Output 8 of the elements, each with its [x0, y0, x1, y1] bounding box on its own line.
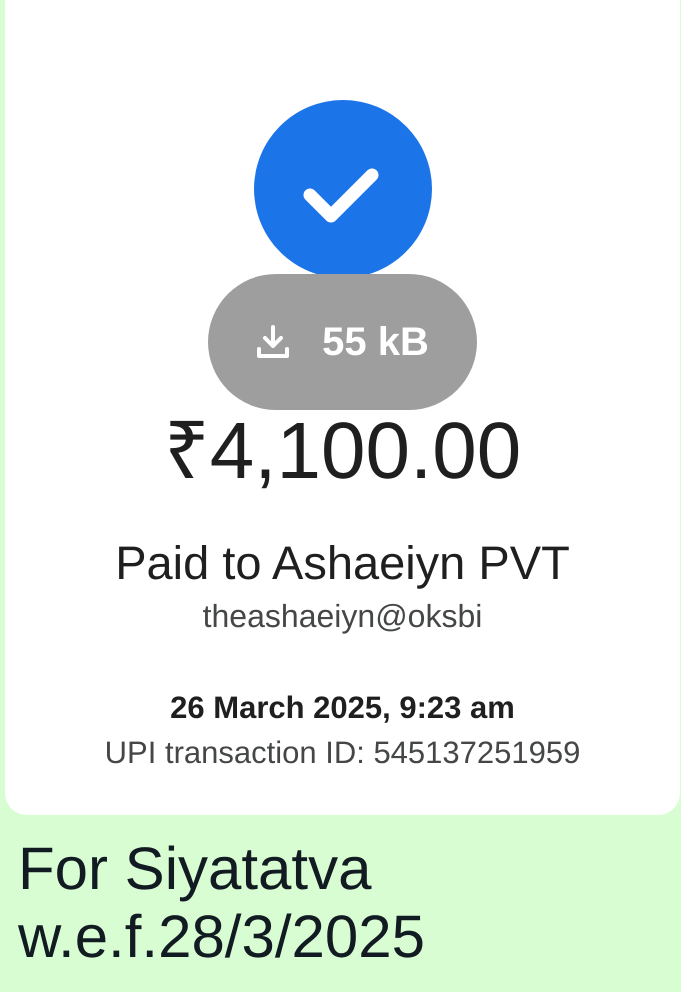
- payment-date-time: 26 March 2025, 9:23 am: [170, 692, 515, 723]
- file-size: 55 kB: [322, 322, 429, 362]
- download-button[interactable]: 55 kB: [208, 274, 477, 410]
- payment-amount: ₹4,100.00: [164, 411, 522, 491]
- download-icon: [256, 325, 290, 359]
- message-caption: For Siyatatva w.e.f.28/3/2025: [18, 835, 425, 971]
- upi-id: theashaeiyn@oksbi: [202, 600, 482, 632]
- transaction-id: UPI transaction ID: 545137251959: [104, 737, 580, 768]
